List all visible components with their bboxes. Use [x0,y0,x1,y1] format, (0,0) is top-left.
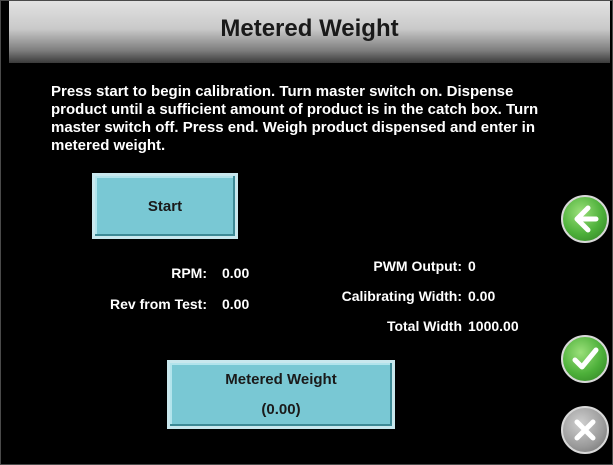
metered-weight-button[interactable]: Metered Weight (0.00) [167,360,395,429]
start-button[interactable]: Start [92,173,238,239]
cancel-button[interactable] [561,406,609,454]
back-button[interactable] [561,195,609,243]
title-bar: Metered Weight [9,1,610,63]
start-button-label: Start [147,197,183,215]
metered-weight-label: Metered Weight [225,370,337,388]
page-title: Metered Weight [220,15,399,42]
calibrating-width-value: 0.00 [468,288,496,304]
instructions-text: Press start to begin calibration. Turn m… [51,83,539,154]
rpm-label: RPM: [171,265,207,281]
close-icon [574,419,596,441]
pwm-output-label: PWM Output: [373,258,462,274]
accept-button[interactable] [561,335,609,383]
pwm-output-value: 0 [468,258,476,274]
calibration-screen: Metered Weight Press start to begin cali… [0,0,613,465]
rev-from-test-label: Rev from Test: [110,296,207,312]
rpm-value: 0.00 [222,265,250,281]
total-width-value: 1000.00 [468,318,519,334]
rev-from-test-value: 0.00 [222,296,250,312]
total-width-label: Total Width [386,318,462,334]
metered-weight-value: (0.00) [261,400,301,418]
checkmark-icon [572,347,599,370]
back-arrow-icon [574,205,599,233]
calibrating-width-label: Calibrating Width: [341,288,462,304]
